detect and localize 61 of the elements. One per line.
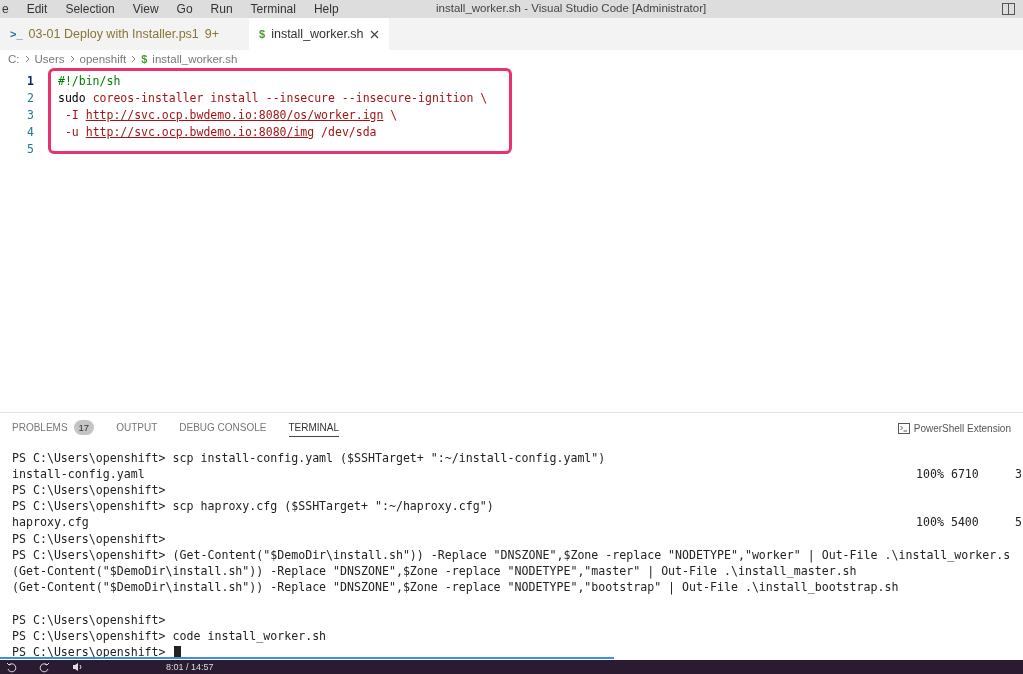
terminal-line: PS C:\Users\openshift> <box>12 531 166 546</box>
menu-item[interactable]: e <box>2 2 9 16</box>
close-icon[interactable] <box>369 29 379 39</box>
line-number: 1 <box>26 73 34 88</box>
terminal-line: (Get-Content("$DemoDir\install.sh")) -Replace "DNSZONE",$Zone -replace "NODETYPE","bootstrap" | Out-File .\install_bootstrap.sh <box>12 580 899 595</box>
code-line: -I http://svc.ocp.bwdemo.io:8080/os/worker.ign \ <box>63 107 398 122</box>
window-title: install_worker.sh - Visual Studio Code [Administrator] <box>436 2 707 14</box>
chevron-icon <box>24 55 30 63</box>
line-number: 2 <box>26 90 34 105</box>
line-number: 4 <box>26 124 34 139</box>
terminal-line: PS C:\Users\openshift> (Get-Content("$DemoDir\install.sh")) -Replace "DNSZONE",$Zone -replace "NODETYPE","worker" | Out-File .\install_worker.s <box>12 547 1011 562</box>
breadcrumb-item[interactable]: install_worker.sh <box>152 53 238 65</box>
chevron-icon <box>69 55 75 63</box>
breadcrumb-item[interactable]: C: <box>8 53 20 65</box>
file-type-icon: $ <box>141 53 148 65</box>
forward-icon[interactable] <box>39 661 50 673</box>
terminal-line: install-config.yaml <box>12 466 145 481</box>
terminal-output: 100% 5400 <box>916 515 980 530</box>
tab-label: 03-01 Deploy with Installer.ps1 <box>28 27 199 41</box>
terminal-line: (Get-Content("$DemoDir\install.sh")) -Replace "DNSZONE",$Zone -replace "NODETYPE","master" | Out-File .\install_master.sh <box>12 563 857 578</box>
code-line: sudo coreos-installer install --insecure --insecure-ignition \ <box>58 90 488 105</box>
breadcrumb-item[interactable]: Users <box>34 53 65 65</box>
code-line: #!/bin/sh <box>58 73 121 88</box>
menu-item[interactable]: Edit <box>26 2 48 16</box>
code-line: -u http://svc.ocp.bwdemo.io:8080/img /dev/sda <box>63 124 377 139</box>
video-time: 8:01 / 14:57 <box>166 662 214 672</box>
terminal-line: PS C:\Users\openshift> <box>12 483 166 498</box>
problem-count: 9+ <box>204 27 220 41</box>
terminal-line: PS C:\Users\openshift> scp install-config.yaml ($SSHTarget+ ":~/install-config.yaml") <box>12 450 606 465</box>
panel-tab[interactable]: OUTPUT <box>116 419 158 438</box>
menu-item[interactable]: Run <box>210 2 233 16</box>
line-number: 3 <box>26 107 34 122</box>
menu-item[interactable]: Go <box>176 2 193 16</box>
file-type-icon: $ <box>259 28 266 40</box>
menu-item[interactable]: Selection <box>65 2 115 16</box>
terminal-line: PS C:\Users\openshift> <box>12 644 166 659</box>
tab-label: install_worker.sh <box>271 27 364 41</box>
menu-item[interactable]: Help <box>313 2 339 16</box>
panel-tab[interactable]: DEBUG CONSOLE <box>179 419 267 438</box>
terminal-line: PS C:\Users\openshift> <box>12 612 166 627</box>
terminal-line: haproxy.cfg <box>12 515 89 530</box>
terminal-name[interactable]: PowerShell Extension <box>913 422 1011 434</box>
terminal-output: 3 <box>1015 466 1023 481</box>
terminal-output: 100% 6710 <box>916 466 980 481</box>
menu-item[interactable]: View <box>132 2 159 16</box>
volume-icon[interactable] <box>72 662 84 672</box>
terminal-icon <box>897 422 910 434</box>
panel-tab[interactable]: TERMINAL <box>288 419 340 438</box>
terminal-output: 5 <box>1015 515 1023 530</box>
terminal-line: PS C:\Users\openshift> code install_worker.sh <box>12 628 327 643</box>
layout-icon[interactable] <box>1002 3 1015 15</box>
breadcrumb-item[interactable]: openshift <box>79 53 127 65</box>
line-number: 5 <box>26 141 34 156</box>
menu-item[interactable]: Terminal <box>250 2 296 16</box>
file-type-icon: >_ <box>10 28 23 40</box>
rewind-icon[interactable] <box>6 661 17 673</box>
count-badge: 17 <box>73 420 95 436</box>
chevron-icon <box>131 55 137 63</box>
terminal-line: PS C:\Users\openshift> scp haproxy.cfg ($SSHTarget+ ":~/haproxy.cfg") <box>12 499 494 514</box>
panel-tab[interactable]: PROBLEMS 17 <box>12 417 95 440</box>
editor-tab[interactable]: $ install_worker.sh <box>249 18 389 50</box>
